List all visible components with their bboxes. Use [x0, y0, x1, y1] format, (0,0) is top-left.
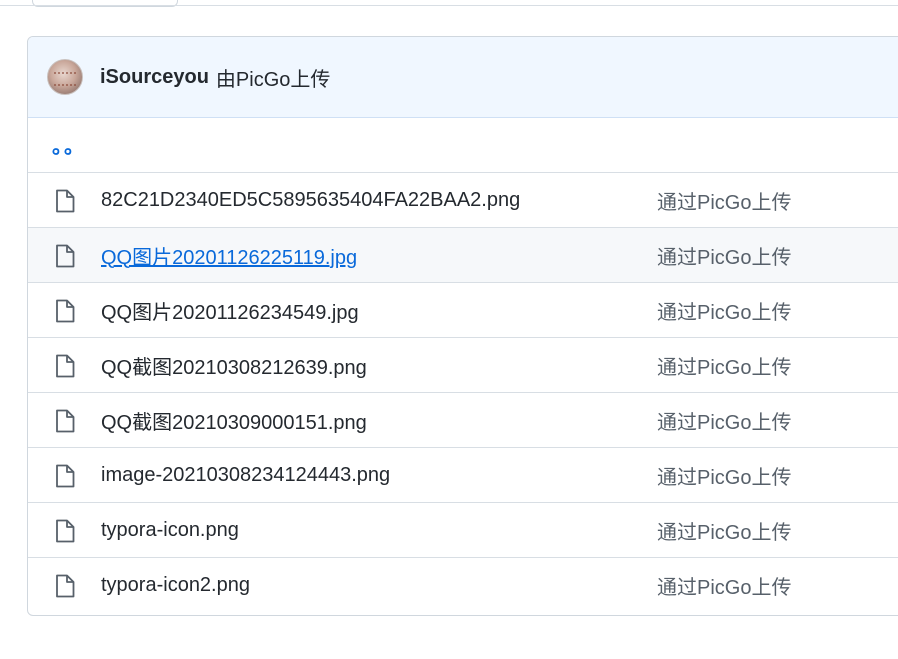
file-row[interactable]: QQ图片20201126225119.jpg 通过PicGo上传	[28, 228, 898, 283]
file-icon	[56, 299, 75, 323]
file-name-link[interactable]: QQ图片20201126225119.jpg	[101, 241, 357, 270]
avatar[interactable]	[47, 59, 83, 95]
file-name-link[interactable]: image-20210308234124443.png	[101, 464, 390, 487]
file-icon	[56, 354, 75, 378]
file-row[interactable]: image-20210308234124443.png 通过PicGo上传	[28, 448, 898, 503]
parent-directory-link[interactable]: 。。	[52, 137, 86, 157]
file-commit-message[interactable]: 通过PicGo上传	[657, 296, 791, 325]
file-commit-message[interactable]: 通过PicGo上传	[657, 406, 791, 435]
commit-message[interactable]: 由PicGo上传	[216, 63, 330, 92]
file-name-link[interactable]: QQ截图20210308212639.png	[101, 351, 367, 380]
file-icon	[56, 574, 75, 598]
file-icon	[56, 244, 75, 268]
commit-author[interactable]: iSourceyou	[100, 66, 209, 89]
file-icon	[56, 519, 75, 543]
file-name-link[interactable]: typora-icon.png	[101, 519, 239, 542]
file-row[interactable]: QQ截图20210308212639.png 通过PicGo上传	[28, 338, 898, 393]
file-row[interactable]: typora-icon.png 通过PicGo上传	[28, 503, 898, 558]
file-commit-message[interactable]: 通过PicGo上传	[657, 186, 791, 215]
file-icon	[56, 464, 75, 488]
file-commit-message[interactable]: 通过PicGo上传	[657, 461, 791, 490]
file-icon	[56, 409, 75, 433]
parent-directory-row[interactable]: 。。	[28, 118, 898, 173]
file-name-link[interactable]: QQ截图20210309000151.png	[101, 406, 367, 435]
file-list-box: iSourceyou 由PicGo上传 。。 82C21D2340ED5C589…	[27, 36, 898, 616]
file-commit-message[interactable]: 通过PicGo上传	[657, 241, 791, 270]
file-row[interactable]: typora-icon2.png 通过PicGo上传	[28, 558, 898, 613]
file-icon	[56, 189, 75, 213]
file-row[interactable]: QQ截图20210309000151.png 通过PicGo上传	[28, 393, 898, 448]
file-commit-message[interactable]: 通过PicGo上传	[657, 516, 791, 545]
file-name-link[interactable]: 82C21D2340ED5C5895635404FA22BAA2.png	[101, 189, 520, 212]
latest-commit-header: iSourceyou 由PicGo上传	[28, 37, 898, 118]
file-name-link[interactable]: QQ图片20201126234549.jpg	[101, 296, 359, 325]
file-commit-message[interactable]: 通过PicGo上传	[657, 571, 791, 600]
file-commit-message[interactable]: 通过PicGo上传	[657, 351, 791, 380]
file-name-link[interactable]: typora-icon2.png	[101, 574, 250, 597]
file-row[interactable]: 82C21D2340ED5C5895635404FA22BAA2.png 通过P…	[28, 173, 898, 228]
top-divider	[0, 5, 898, 6]
file-row[interactable]: QQ图片20201126234549.jpg 通过PicGo上传	[28, 283, 898, 338]
